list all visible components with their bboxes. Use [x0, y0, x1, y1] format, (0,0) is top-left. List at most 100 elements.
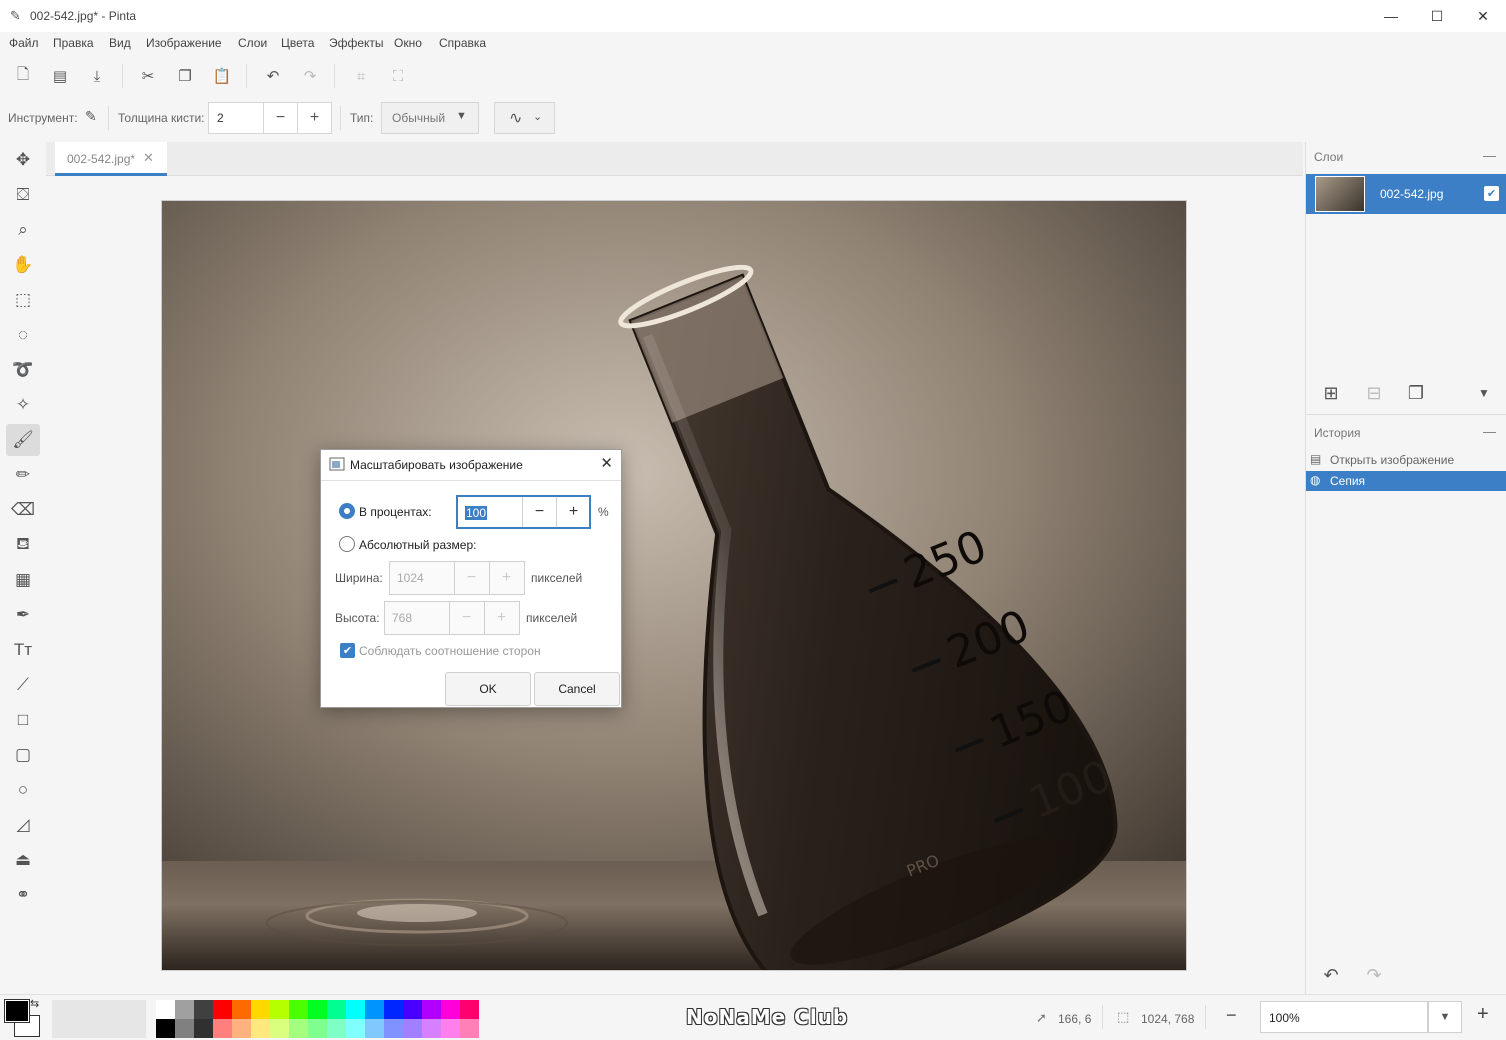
lasso-select-tool-icon[interactable]: ➰ — [6, 354, 40, 386]
recolor-tool-icon[interactable]: ⚭ — [6, 879, 40, 911]
swap-colors-icon[interactable]: ⇆ — [30, 997, 39, 1010]
palette-swatch[interactable] — [308, 1000, 327, 1019]
palette-swatch[interactable] — [460, 1000, 479, 1019]
dialog-close-icon[interactable]: ✕ — [600, 454, 613, 472]
menu-effects[interactable]: Эффекты — [329, 36, 384, 50]
pencil-tool-icon[interactable]: ✏ — [6, 459, 40, 491]
palette-swatch[interactable] — [384, 1000, 403, 1019]
absolute-size-radio[interactable] — [339, 536, 355, 552]
palette-swatch[interactable] — [156, 1019, 175, 1038]
menu-help[interactable]: Справка — [439, 36, 486, 50]
palette-swatch[interactable] — [422, 1000, 441, 1019]
percent-increase-button[interactable]: + — [556, 497, 590, 527]
palette-swatch[interactable] — [289, 1019, 308, 1038]
height-increase-button[interactable]: + — [484, 602, 518, 634]
width-spinner[interactable]: 1024 − + — [389, 561, 525, 595]
menu-file[interactable]: Файл — [9, 36, 39, 50]
ellipse-tool-icon[interactable]: ○ — [6, 774, 40, 806]
type-dropdown[interactable]: Обычный ▼ — [381, 102, 479, 134]
zoom-in-button[interactable]: + — [1477, 1003, 1489, 1026]
zoom-tool-icon[interactable]: ⌕ — [6, 214, 40, 246]
close-button[interactable]: ✕ — [1460, 0, 1506, 32]
palette-swatch[interactable] — [251, 1019, 270, 1038]
save-icon[interactable]: ⤓ — [87, 66, 107, 86]
height-value[interactable]: 768 — [392, 611, 412, 625]
history-item[interactable]: ▤ Открыть изображение — [1306, 450, 1506, 470]
deselect-icon[interactable]: ⛶ — [388, 66, 408, 86]
new-image-icon[interactable]: 🗋 — [13, 66, 33, 86]
color-picker-tool-icon[interactable]: ✒ — [6, 599, 40, 631]
cancel-button[interactable]: Cancel — [534, 672, 620, 706]
palette-swatch[interactable] — [213, 1019, 232, 1038]
rectangle-select-tool-icon[interactable]: ⬚ — [6, 284, 40, 316]
zoom-combobox[interactable]: 100% — [1260, 1001, 1428, 1033]
palette-swatch[interactable] — [213, 1000, 232, 1019]
menu-adjustments[interactable]: Цвета — [281, 36, 314, 50]
recent-colors[interactable] — [52, 1000, 146, 1038]
palette-swatch[interactable] — [232, 1019, 251, 1038]
magic-wand-tool-icon[interactable]: ✧ — [6, 389, 40, 421]
menu-image[interactable]: Изображение — [146, 36, 222, 50]
antialiasing-dropdown[interactable]: ∿ ⌄ — [494, 102, 555, 134]
palette-swatch[interactable] — [327, 1019, 346, 1038]
menu-view[interactable]: Вид — [109, 36, 131, 50]
percent-decrease-button[interactable]: − — [522, 497, 556, 527]
percent-value[interactable]: 100 — [465, 506, 488, 520]
menu-layers[interactable]: Слои — [238, 36, 267, 50]
redo-icon[interactable]: ↷ — [300, 66, 320, 86]
history-item[interactable]: ◍ Сепия — [1306, 471, 1506, 491]
brush-width-value[interactable]: 2 — [217, 111, 224, 125]
color-palette[interactable] — [156, 1000, 479, 1038]
paste-icon[interactable]: 📋 — [212, 66, 232, 86]
menu-edit[interactable]: Правка — [53, 36, 94, 50]
layer-item[interactable]: 002-542.jpg ✔ — [1306, 174, 1506, 214]
palette-swatch[interactable] — [175, 1019, 194, 1038]
brush-width-spinner[interactable]: 2 − + — [208, 102, 332, 134]
move-selected-tool-icon[interactable]: ⛋ — [6, 179, 40, 211]
layers-menu-chevron-icon[interactable]: ▼ — [1473, 382, 1495, 404]
history-undo-icon[interactable]: ↶ — [1320, 964, 1342, 986]
palette-swatch[interactable] — [365, 1019, 384, 1038]
palette-swatch[interactable] — [270, 1000, 289, 1019]
palette-swatch[interactable] — [156, 1000, 175, 1019]
close-tab-icon[interactable]: ✕ — [143, 150, 154, 166]
palette-swatch[interactable] — [270, 1019, 289, 1038]
paintbrush-tool-icon[interactable]: 🖌 — [6, 424, 40, 456]
image-canvas[interactable]: 250 200 150 100 PRO — [161, 200, 1187, 971]
freeform-shape-tool-icon[interactable]: ◿ — [6, 809, 40, 841]
paint-bucket-tool-icon[interactable]: ⛾ — [6, 529, 40, 561]
open-icon[interactable]: ▤ — [50, 66, 70, 86]
palette-swatch[interactable] — [175, 1000, 194, 1019]
width-decrease-button[interactable]: − — [454, 562, 488, 594]
palette-swatch[interactable] — [365, 1000, 384, 1019]
palette-swatch[interactable] — [327, 1000, 346, 1019]
undo-icon[interactable]: ↶ — [263, 66, 283, 86]
height-spinner[interactable]: 768 − + — [384, 601, 520, 635]
copy-icon[interactable]: ❐ — [175, 66, 195, 86]
palette-swatch[interactable] — [441, 1019, 460, 1038]
move-selection-tool-icon[interactable]: ✥ — [6, 144, 40, 176]
palette-swatch[interactable] — [384, 1019, 403, 1038]
width-increase-button[interactable]: + — [489, 562, 523, 594]
width-value[interactable]: 1024 — [397, 571, 424, 585]
maximize-button[interactable]: ☐ — [1414, 0, 1460, 32]
history-redo-icon[interactable]: ↷ — [1363, 964, 1385, 986]
history-panel-minimize-icon[interactable]: — — [1483, 424, 1496, 439]
palette-swatch[interactable] — [308, 1019, 327, 1038]
percent-spinner[interactable]: 100 − + — [456, 495, 591, 529]
palette-swatch[interactable] — [289, 1000, 308, 1019]
decrease-button[interactable]: − — [263, 103, 297, 133]
palette-swatch[interactable] — [232, 1000, 251, 1019]
minimize-button[interactable]: — — [1368, 0, 1414, 32]
tab-document[interactable]: 002-542.jpg* ✕ — [55, 142, 167, 176]
palette-swatch[interactable] — [346, 1000, 365, 1019]
palette-swatch[interactable] — [251, 1000, 270, 1019]
rectangle-tool-icon[interactable]: □ — [6, 704, 40, 736]
palette-swatch[interactable] — [422, 1019, 441, 1038]
delete-layer-icon[interactable]: ⊟ — [1363, 382, 1385, 404]
zoom-value[interactable]: 100% — [1269, 1011, 1300, 1025]
palette-swatch[interactable] — [460, 1019, 479, 1038]
height-decrease-button[interactable]: − — [449, 602, 483, 634]
zoom-out-button[interactable]: − — [1226, 1005, 1237, 1026]
clone-stamp-tool-icon[interactable]: ⏏ — [6, 844, 40, 876]
